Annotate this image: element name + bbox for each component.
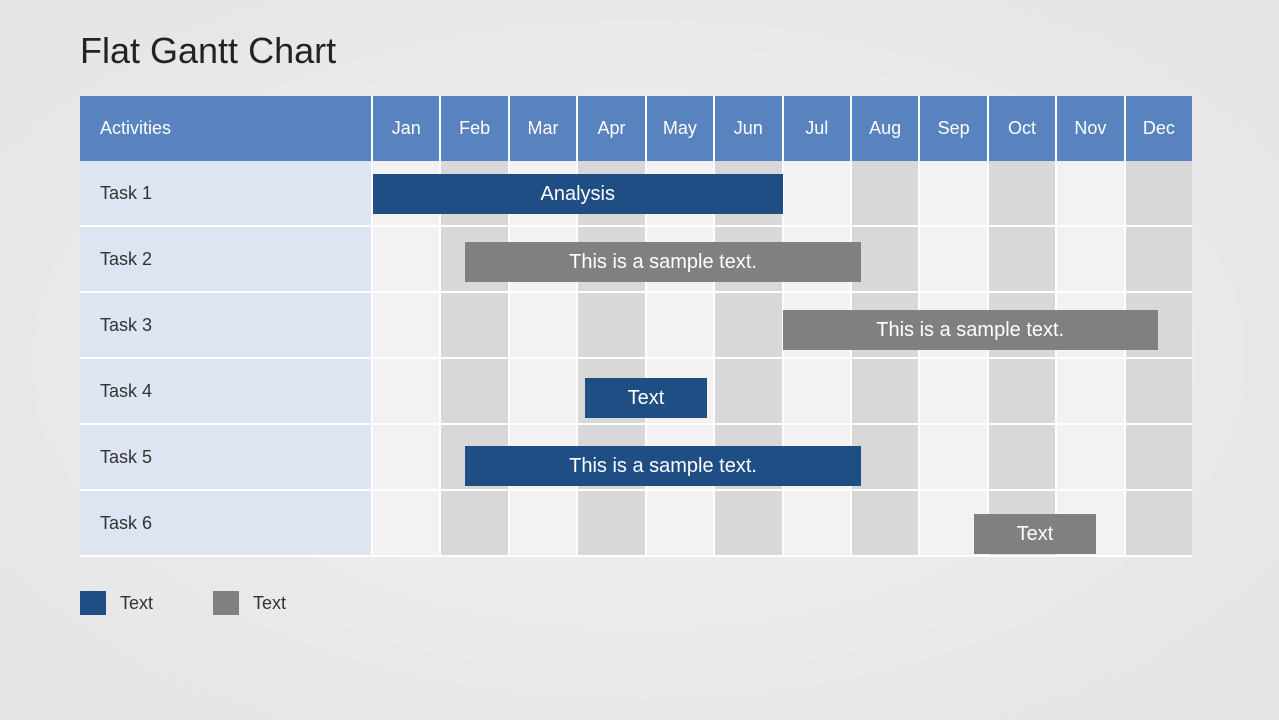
gantt-cell [510, 293, 578, 357]
gantt-cell [1126, 359, 1192, 423]
month-header: Jan [373, 96, 441, 161]
legend-item: Text [80, 591, 153, 615]
gantt-cell [441, 491, 509, 555]
gantt-cell [1057, 359, 1125, 423]
month-header: Oct [989, 96, 1057, 161]
gantt-cell [784, 359, 852, 423]
task-label: Task 4 [80, 359, 373, 423]
gantt-cell [1126, 491, 1192, 555]
gantt-cell [920, 425, 988, 489]
gantt-cell [852, 227, 920, 291]
task-label: Task 2 [80, 227, 373, 291]
gantt-cell [784, 161, 852, 225]
gantt-cell [1057, 227, 1125, 291]
page-title: Flat Gantt Chart [80, 30, 1199, 72]
month-header: Dec [1126, 96, 1192, 161]
gantt-cell [852, 359, 920, 423]
task-label: Task 1 [80, 161, 373, 225]
gantt-cell [510, 491, 578, 555]
gantt-bar[interactable]: This is a sample text. [465, 446, 861, 486]
month-header: May [647, 96, 715, 161]
legend-swatch-gray [213, 591, 239, 615]
task-label: Task 6 [80, 491, 373, 555]
gantt-cell [647, 293, 715, 357]
gantt-cell [373, 227, 441, 291]
gantt-cell [373, 359, 441, 423]
gantt-cell [1057, 161, 1125, 225]
month-header: Jul [784, 96, 852, 161]
gantt-cell [920, 359, 988, 423]
gantt-cell [373, 293, 441, 357]
gantt-bar[interactable]: This is a sample text. [783, 310, 1158, 350]
month-header: Feb [441, 96, 509, 161]
gantt-cell [578, 491, 646, 555]
month-header: Nov [1057, 96, 1125, 161]
month-header: Sep [920, 96, 988, 161]
legend-item: Text [213, 591, 286, 615]
gantt-cell [510, 359, 578, 423]
gantt-cell [852, 161, 920, 225]
gantt-cell [1126, 425, 1192, 489]
gantt-cell [715, 491, 783, 555]
task-label: Task 3 [80, 293, 373, 357]
activities-header: Activities [80, 96, 373, 161]
task-label: Task 5 [80, 425, 373, 489]
gantt-cell [989, 227, 1057, 291]
gantt-cell [852, 491, 920, 555]
legend-swatch-blue [80, 591, 106, 615]
gantt-chart: Activities Jan Feb Mar Apr May Jun Jul A… [80, 96, 1192, 557]
legend-label: Text [253, 593, 286, 614]
gantt-cell [715, 359, 783, 423]
gantt-bar[interactable]: Text [974, 514, 1097, 554]
gantt-cell [784, 491, 852, 555]
gantt-cell [578, 293, 646, 357]
gantt-cell [1126, 161, 1192, 225]
gantt-cell [715, 293, 783, 357]
month-header: Aug [852, 96, 920, 161]
month-header: Mar [510, 96, 578, 161]
legend: Text Text [80, 591, 1199, 615]
gantt-cell [373, 491, 441, 555]
gantt-cell [647, 491, 715, 555]
gantt-cell [989, 161, 1057, 225]
month-header: Apr [578, 96, 646, 161]
gantt-cell [1057, 425, 1125, 489]
gantt-body: Task 1Task 2Task 3Task 4Task 5Task 6 Ana… [80, 161, 1192, 557]
gantt-cell [441, 293, 509, 357]
legend-label: Text [120, 593, 153, 614]
gantt-cell [1126, 227, 1192, 291]
gantt-cell [441, 359, 509, 423]
gantt-bar[interactable]: Text [585, 378, 708, 418]
gantt-cell [920, 227, 988, 291]
gantt-bar[interactable]: Analysis [373, 174, 783, 214]
gantt-cell [920, 161, 988, 225]
gantt-cell [989, 359, 1057, 423]
gantt-header: Activities Jan Feb Mar Apr May Jun Jul A… [80, 96, 1192, 161]
gantt-cell [989, 425, 1057, 489]
gantt-cell [373, 425, 441, 489]
month-header: Jun [715, 96, 783, 161]
gantt-bar[interactable]: This is a sample text. [465, 242, 861, 282]
gantt-cell [852, 425, 920, 489]
